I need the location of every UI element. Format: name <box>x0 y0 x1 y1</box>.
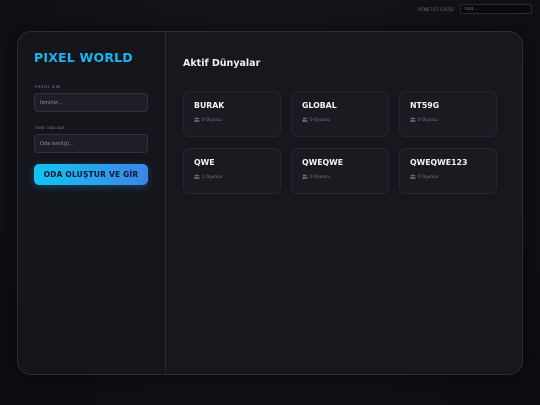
lobby-panel: PIXEL WORLD PROFİL İSMİ YENİ ODA ADI ODA… <box>17 31 523 375</box>
player-count-text: 0 Oyuncu <box>418 117 439 122</box>
player-count-text: 0 Oyuncu <box>310 174 331 179</box>
world-card[interactable]: GLOBAL 0 Oyuncu <box>291 91 389 137</box>
world-name: QWE <box>194 158 215 167</box>
users-icon <box>194 117 200 122</box>
world-name: QWEQWE123 <box>410 158 468 167</box>
admin-login-label[interactable]: YÖNETİCİ GİRİŞİ <box>418 7 454 12</box>
room-name-label: YENİ ODA ADI <box>35 126 65 130</box>
world-player-count: 0 Oyuncu <box>410 117 438 122</box>
sidebar: PIXEL WORLD PROFİL İSMİ YENİ ODA ADI ODA… <box>18 32 166 374</box>
world-player-count: 0 Oyuncu <box>410 174 438 179</box>
player-count-text: 0 Oyuncu <box>418 174 439 179</box>
world-card[interactable]: QWE 1 Oyuncu <box>183 148 281 194</box>
profile-name-input[interactable] <box>34 93 148 112</box>
users-icon <box>302 174 308 179</box>
world-player-count: 1 Oyuncu <box>194 174 222 179</box>
world-name: NT59G <box>410 101 440 110</box>
world-name: GLOBAL <box>302 101 337 110</box>
world-card[interactable]: NT59G 0 Oyuncu <box>399 91 497 137</box>
users-icon <box>302 117 308 122</box>
users-icon <box>194 174 200 179</box>
world-card[interactable]: QWEQWE123 0 Oyuncu <box>399 148 497 194</box>
app-logo: PIXEL WORLD <box>34 50 133 65</box>
player-count-text: 0 Oyuncu <box>310 117 331 122</box>
top-bar: YÖNETİCİ GİRİŞİ <box>418 3 532 15</box>
profile-name-label: PROFİL İSMİ <box>35 85 61 89</box>
world-card[interactable]: BURAK 0 Oyuncu <box>183 91 281 137</box>
admin-code-input[interactable] <box>460 4 532 14</box>
users-icon <box>410 174 416 179</box>
world-player-count: 0 Oyuncu <box>302 174 330 179</box>
main-area: Aktif Dünyalar BURAK 0 Oyuncu GLOBAL 0 O… <box>166 32 522 374</box>
users-icon <box>410 117 416 122</box>
world-player-count: 0 Oyuncu <box>302 117 330 122</box>
world-name: QWEQWE <box>302 158 344 167</box>
player-count-text: 0 Oyuncu <box>202 117 223 122</box>
create-room-button[interactable]: ODA OLUŞTUR VE GİR <box>34 164 148 185</box>
world-card[interactable]: QWEQWE 0 Oyuncu <box>291 148 389 194</box>
world-player-count: 0 Oyuncu <box>194 117 222 122</box>
world-name: BURAK <box>194 101 225 110</box>
player-count-text: 1 Oyuncu <box>202 174 223 179</box>
active-worlds-title: Aktif Dünyalar <box>183 58 261 69</box>
room-name-input[interactable] <box>34 134 148 153</box>
